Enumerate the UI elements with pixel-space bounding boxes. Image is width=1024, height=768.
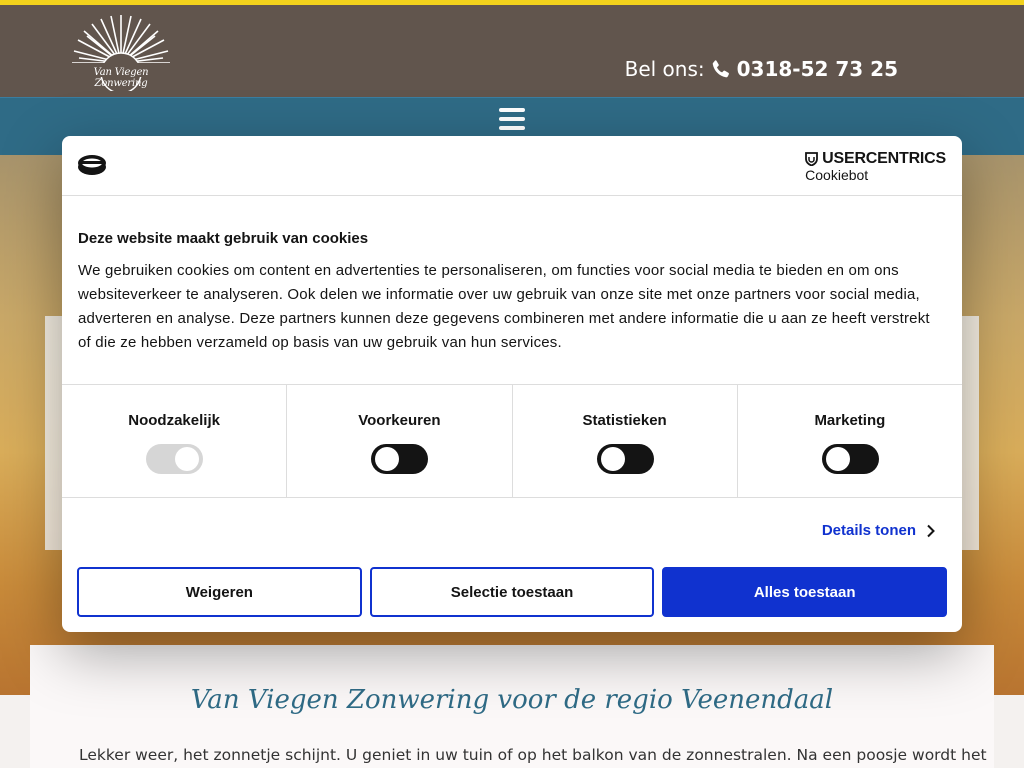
statistics-toggle[interactable] [596,444,654,474]
site-header: Van Viegen Zonwering Bel ons: 0318-52 73… [0,5,1024,97]
allow-all-button[interactable]: Alles toestaan [662,567,948,617]
phone-contact[interactable]: Bel ons: 0318-52 73 25 [625,57,898,81]
category-label: Voorkeuren [358,412,441,429]
provider-name: USERCENTRICS [822,150,946,167]
cookie-consent-dialog: USERCENTRICS Cookiebot Deze website maak… [62,136,962,632]
main-content: Van Viegen Zonwering voor de regio Veene… [30,645,994,768]
usercentrics-branding[interactable]: USERCENTRICS Cookiebot [805,150,946,183]
category-marketing: Marketing [738,385,962,497]
cookie-dialog-body: Deze website maakt gebruik van cookies W… [78,230,946,355]
consent-categories: Noodzakelijk Voorkeuren Statistieken Mar… [62,384,962,498]
category-label: Statistieken [582,412,667,429]
provider-product: Cookiebot [805,167,869,183]
cookie-dialog-header: USERCENTRICS Cookiebot [62,136,962,196]
category-necessary: Noodzakelijk [62,385,288,497]
preferences-toggle[interactable] [371,444,429,474]
consent-buttons: Weigeren Selectie toestaan Alles toestaa… [77,567,948,617]
category-preferences: Voorkeuren [287,385,513,497]
phone-number: 0318-52 73 25 [736,57,898,81]
allow-selection-button[interactable]: Selectie toestaan [369,567,655,617]
hamburger-menu-icon[interactable] [499,108,525,130]
details-label: Details tonen [821,522,916,539]
phone-label: Bel ons: [624,57,705,81]
marketing-toggle[interactable] [821,444,879,474]
category-label: Marketing [814,412,886,429]
cookie-description: We gebruiken cookies om content en adver… [78,262,930,351]
show-details-link[interactable]: Details tonen [822,522,936,539]
intro-paragraph: Lekker weer, het zonnetje schijnt. U gen… [79,746,987,764]
deny-button[interactable]: Weigeren [77,567,362,617]
cookie-title: Deze website maakt gebruik van cookies [78,230,369,247]
chevron-right-icon [927,524,935,537]
shield-icon [805,152,819,166]
logo-text: Van Viegen Zonwering [93,67,149,89]
site-logo[interactable]: Van Viegen Zonwering [70,15,172,94]
cookie-consent-icon [78,155,106,175]
category-statistics: Statistieken [513,385,738,497]
category-label: Noodzakelijk [128,412,220,429]
necessary-toggle [146,444,204,474]
page-heading: Van Viegen Zonwering voor de regio Veene… [190,685,834,715]
phone-icon [712,60,729,78]
